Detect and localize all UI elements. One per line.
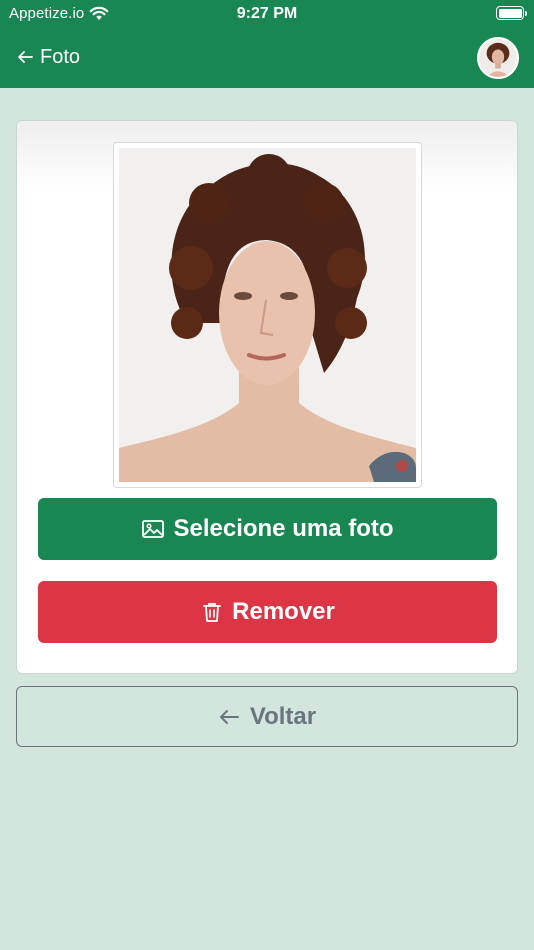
user-avatar-icon bbox=[479, 39, 517, 77]
user-photo bbox=[119, 148, 416, 482]
remove-photo-button[interactable]: Remover bbox=[38, 581, 497, 643]
image-icon bbox=[142, 520, 165, 538]
back-label: Voltar bbox=[249, 702, 317, 730]
status-bar: Appetize.io 9:27 PM bbox=[0, 0, 534, 28]
photo-frame bbox=[113, 142, 422, 488]
avatar[interactable] bbox=[477, 37, 519, 79]
select-photo-label: Selecione uma foto bbox=[173, 515, 394, 542]
page-title: Foto bbox=[40, 45, 81, 68]
back-button[interactable]: Voltar bbox=[16, 686, 518, 747]
header-back-button[interactable]: Foto bbox=[16, 44, 80, 70]
status-time: 9:27 PM bbox=[236, 5, 298, 22]
remove-photo-label: Remover bbox=[232, 598, 335, 625]
battery-icon bbox=[496, 6, 527, 20]
arrow-left-icon bbox=[219, 709, 239, 724]
photo-card: Selecione uma foto Remover bbox=[16, 120, 518, 674]
select-photo-button[interactable]: Selecione uma foto bbox=[38, 498, 497, 560]
top-bar: Appetize.io 9:27 PM Foto bbox=[0, 0, 534, 88]
arrow-left-icon bbox=[18, 51, 33, 63]
trash-icon bbox=[203, 603, 222, 622]
